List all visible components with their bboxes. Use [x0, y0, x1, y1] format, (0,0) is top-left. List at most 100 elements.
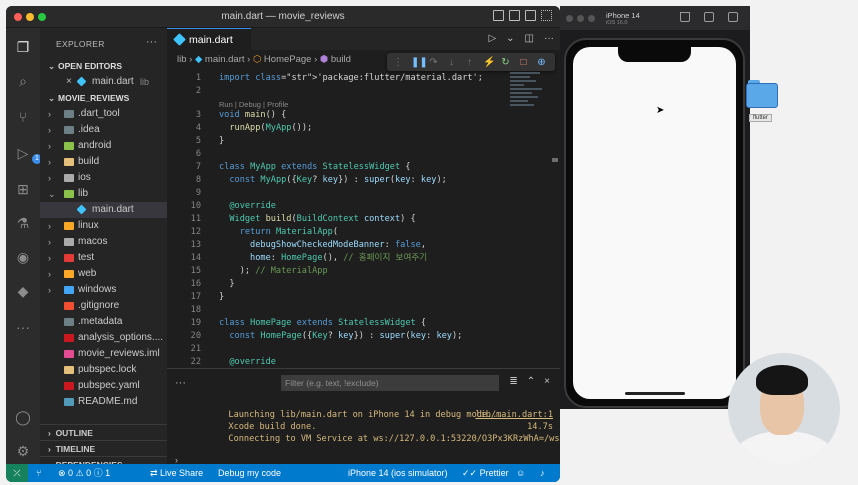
devtools-icon[interactable]: ⊕: [537, 57, 546, 68]
tree-item[interactable]: .metadata: [40, 314, 167, 330]
more-actions-icon[interactable]: ···: [544, 33, 554, 44]
minimap[interactable]: [510, 72, 546, 142]
tab-main-dart[interactable]: main.dart: [167, 28, 251, 50]
python-icon[interactable]: ◆: [14, 282, 32, 300]
chevron-right-icon[interactable]: ›: [48, 138, 58, 154]
window-title: main.dart — movie_reviews: [221, 11, 345, 22]
tree-item[interactable]: README.md: [40, 394, 167, 410]
problems-indicator[interactable]: ⊗ 0 ⚠ 0 ⓘ 1: [58, 464, 110, 482]
account-icon[interactable]: ◯: [14, 408, 32, 426]
remote-icon[interactable]: ⤫: [6, 464, 28, 482]
clear-output-icon[interactable]: ≣: [509, 376, 517, 387]
chevron-right-icon[interactable]: ›: [48, 106, 58, 122]
chevron-right-icon[interactable]: ›: [48, 234, 58, 250]
chevron-down-icon[interactable]: ⌄: [48, 186, 58, 202]
run-debug-icon[interactable]: ▷ 1: [14, 144, 42, 164]
chevron-right-icon[interactable]: ›: [48, 282, 58, 298]
more-icon[interactable]: ···: [14, 318, 32, 336]
restart-icon[interactable]: ↻: [501, 57, 510, 68]
source-control-icon[interactable]: ⑂: [14, 108, 32, 126]
sim-close-button[interactable]: [566, 15, 573, 22]
run-icon[interactable]: ▷: [488, 33, 496, 44]
chevron-right-icon[interactable]: ›: [48, 250, 58, 266]
toggle-sidebar-icon[interactable]: [493, 10, 504, 21]
toggle-panel-icon[interactable]: [509, 10, 520, 21]
tree-item[interactable]: › .dart_tool: [40, 106, 167, 122]
project-section[interactable]: ⌄ MOVIE_REVIEWS: [40, 90, 167, 106]
stop-icon[interactable]: □: [519, 57, 528, 68]
tree-item[interactable]: analysis_options....: [40, 330, 167, 346]
tree-item[interactable]: ⌄ lib: [40, 186, 167, 202]
debug-mode-button[interactable]: Debug my code: [218, 464, 281, 482]
testing-icon[interactable]: ⚗: [14, 214, 32, 232]
sim-minimize-button[interactable]: [577, 15, 584, 22]
screenshot-icon[interactable]: [704, 12, 714, 22]
breadcrumb-folder[interactable]: lib: [177, 54, 187, 65]
home-indicator[interactable]: [625, 392, 685, 395]
chevron-right-icon[interactable]: ›: [48, 154, 58, 170]
branch-icon[interactable]: ⑂: [36, 464, 41, 482]
extensions-icon[interactable]: ⊞: [14, 180, 32, 198]
timeline-section[interactable]: › TIMELINE: [40, 440, 167, 456]
open-editor-item[interactable]: × main.dart lib: [40, 74, 167, 90]
folder-icon[interactable]: [746, 80, 778, 108]
tree-item[interactable]: pubspec.yaml: [40, 378, 167, 394]
chevron-right-icon[interactable]: ›: [48, 266, 58, 282]
tree-item[interactable]: › linux: [40, 218, 167, 234]
desktop-folder-label[interactable]: flutter: [749, 114, 773, 122]
chevron-right-icon[interactable]: ›: [48, 170, 58, 186]
tree-item[interactable]: › web: [40, 266, 167, 282]
step-over-icon[interactable]: ↷: [429, 57, 438, 68]
notifications-bell-icon[interactable]: ♪: [540, 464, 545, 482]
vscode-window: main.dart — movie_reviews ❐ ⌕ ⑂ ▷ 1 ⊞ ⚗ ◉…: [6, 6, 560, 482]
tree-item[interactable]: › windows: [40, 282, 167, 298]
close-panel-icon[interactable]: ×: [544, 376, 550, 387]
maximize-panel-icon[interactable]: ⌃: [527, 376, 535, 387]
settings-gear-icon[interactable]: ⚙: [14, 442, 32, 460]
rotate-icon[interactable]: [728, 12, 738, 22]
code-text: runApp(MyApp());: [229, 123, 313, 133]
explorer-sidebar: EXPLORER ··· ⌄ OPEN EDITORS × main.dart l…: [40, 28, 167, 470]
hot-reload-icon[interactable]: ⚡: [483, 57, 495, 68]
tree-item[interactable]: › build: [40, 154, 167, 170]
tree-item[interactable]: › ios: [40, 170, 167, 186]
drag-handle-icon[interactable]: ⋮: [393, 57, 403, 68]
explorer-more-icon[interactable]: ···: [146, 36, 157, 48]
output-filter-input[interactable]: Filter (e.g. text, !exclude): [281, 375, 499, 391]
tree-item[interactable]: › test: [40, 250, 167, 266]
tree-item[interactable]: › .idea: [40, 122, 167, 138]
chevron-right-icon[interactable]: ›: [48, 122, 58, 138]
pause-icon[interactable]: ❚❚: [411, 57, 428, 68]
app-screen[interactable]: [573, 47, 736, 399]
editor-scrollbar[interactable]: [552, 158, 558, 162]
toggle-secondary-sidebar-icon[interactable]: [525, 10, 536, 21]
chevron-down-icon[interactable]: ⌄: [506, 33, 514, 44]
step-out-icon[interactable]: ↑: [465, 57, 474, 68]
explorer-icon[interactable]: ❐: [14, 38, 32, 56]
tree-item[interactable]: movie_reviews.iml: [40, 346, 167, 362]
search-icon[interactable]: ⌕: [14, 72, 32, 90]
close-icon[interactable]: ×: [66, 74, 72, 90]
breadcrumb-class[interactable]: HomePage: [264, 54, 312, 65]
home-icon[interactable]: [680, 12, 690, 22]
tree-item[interactable]: › android: [40, 138, 167, 154]
tree-item[interactable]: .gitignore: [40, 298, 167, 314]
tree-item[interactable]: › macos: [40, 234, 167, 250]
breadcrumb-method[interactable]: build: [331, 54, 351, 65]
github-icon[interactable]: ◉: [14, 248, 32, 266]
tree-item[interactable]: pubspec.lock: [40, 362, 167, 378]
breadcrumb-file[interactable]: main.dart: [205, 54, 245, 65]
prettier-button[interactable]: ✓✓ Prettier: [462, 464, 509, 482]
panel-more-icon[interactable]: ···: [175, 377, 186, 389]
split-editor-icon[interactable]: ◫: [525, 33, 534, 44]
outline-section[interactable]: › OUTLINE: [40, 424, 167, 440]
step-into-icon[interactable]: ↓: [447, 57, 456, 68]
live-share-button[interactable]: ⇄ Live Share: [150, 464, 203, 482]
tree-item[interactable]: main.dart: [40, 202, 167, 218]
sim-zoom-button[interactable]: [588, 15, 595, 22]
feedback-icon[interactable]: ☺: [516, 464, 525, 482]
device-selector[interactable]: iPhone 14 (ios simulator): [348, 464, 448, 482]
customize-layout-icon[interactable]: [541, 10, 552, 21]
chevron-right-icon[interactable]: ›: [48, 218, 58, 234]
open-editors-section[interactable]: ⌄ OPEN EDITORS: [40, 58, 167, 74]
